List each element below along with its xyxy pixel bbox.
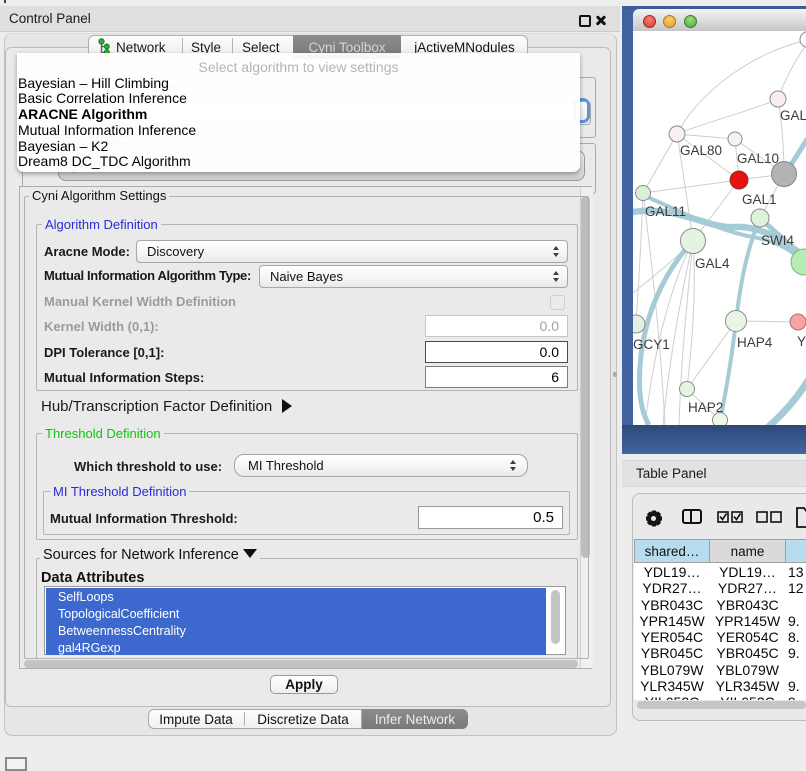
svg-text:GAL4: GAL4 bbox=[695, 256, 730, 271]
svg-text:SWI4: SWI4 bbox=[761, 233, 794, 248]
svg-text:HAP4: HAP4 bbox=[737, 335, 773, 350]
svg-text:GAL: GAL bbox=[780, 108, 806, 123]
svg-text:Y: Y bbox=[797, 334, 806, 349]
svg-text:GAL10: GAL10 bbox=[737, 151, 779, 166]
svg-text:GAL1: GAL1 bbox=[742, 192, 777, 207]
svg-text:GAL80: GAL80 bbox=[680, 143, 722, 158]
svg-text:GCY1: GCY1 bbox=[633, 337, 670, 352]
svg-text:HAP2: HAP2 bbox=[688, 400, 723, 415]
svg-text:GAL11: GAL11 bbox=[645, 204, 686, 219]
